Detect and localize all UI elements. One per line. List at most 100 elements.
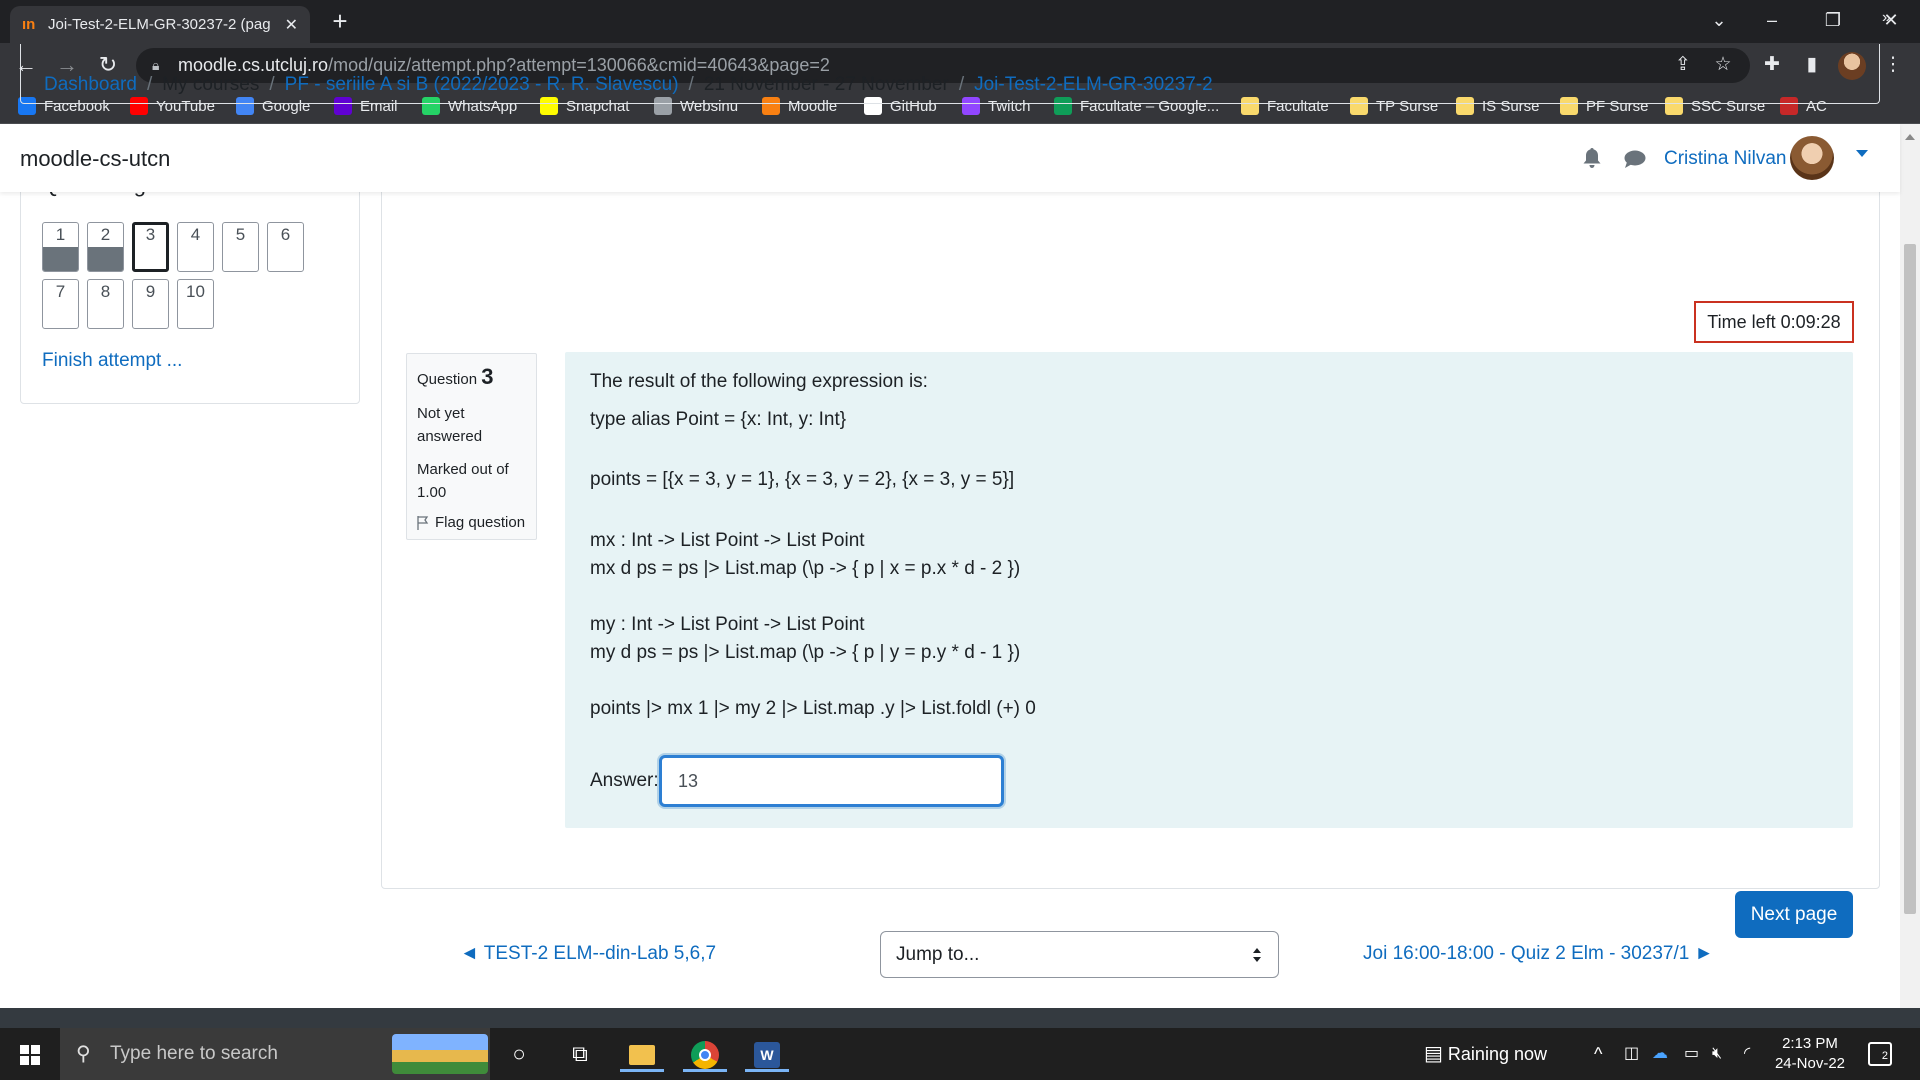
grade-line-2: 1.00 bbox=[417, 484, 447, 501]
tab-title: Joi-Test-2-ELM-GR-30237-2 (pag bbox=[48, 16, 271, 33]
quiz-nav-question-number: 2 bbox=[100, 225, 111, 244]
question-number-value: 3 bbox=[481, 364, 494, 389]
quiz-nav-question-10[interactable]: 10 bbox=[177, 279, 214, 329]
question-text-line: type alias Point = {x: Int, y: Int} bbox=[590, 409, 847, 430]
next-page-button[interactable]: Next page bbox=[1735, 891, 1853, 938]
browser-tab-strip: ın Joi-Test-2-ELM-GR-30237-2 (pag ✕ + ⌄ … bbox=[0, 0, 1920, 43]
scroll-up-arrow-icon[interactable] bbox=[1905, 134, 1915, 140]
weather-label: Raining now bbox=[1447, 1044, 1547, 1064]
notification-bell-icon[interactable] bbox=[1583, 148, 1601, 168]
show-hidden-icons-chevron-icon[interactable]: ^ bbox=[1594, 1028, 1602, 1080]
next-activity-link[interactable]: Joi 16:00-18:00 - Quiz 2 Elm - 30237/1 ► bbox=[1363, 943, 1713, 965]
quiz-nav-question-9[interactable]: 9 bbox=[132, 279, 169, 329]
close-window-button[interactable]: ✕ bbox=[1866, 0, 1916, 40]
meet-now-icon[interactable]: ◫ bbox=[1624, 1028, 1639, 1080]
user-menu-name[interactable]: Cristina Nilvan bbox=[1664, 148, 1786, 170]
question-text-line: my d ps = ps |> List.map (\p -> { p | y … bbox=[590, 642, 1021, 663]
onedrive-cloud-icon[interactable]: ☁ bbox=[1652, 1028, 1668, 1080]
breadcrumb-separator: / bbox=[958, 74, 965, 95]
finish-attempt-link[interactable]: Finish attempt ... bbox=[42, 350, 182, 372]
close-tab-icon[interactable]: ✕ bbox=[285, 15, 298, 35]
question-prefix: Question bbox=[417, 371, 478, 388]
quiz-nav-question-7[interactable]: 7 bbox=[42, 279, 79, 329]
breadcrumb-separator: / bbox=[269, 74, 275, 95]
breadcrumb: Dashboard / My courses / PF - seriile A … bbox=[44, 74, 1213, 96]
scrollbar-thumb[interactable] bbox=[1904, 244, 1916, 914]
question-text-line: points |> mx 1 |> my 2 |> List.map .y |>… bbox=[590, 698, 1036, 719]
quiz-nav-question-number: 10 bbox=[186, 282, 205, 301]
quiz-nav-question-1[interactable]: 1 bbox=[42, 222, 79, 272]
chrome-menu-icon[interactable]: ⋮ bbox=[1878, 49, 1908, 81]
breadcrumb-section: 21 November - 27 November bbox=[703, 74, 949, 95]
notifications-icon[interactable]: 2 bbox=[1868, 1042, 1892, 1066]
flag-icon bbox=[417, 515, 429, 530]
quiz-nav-question-8[interactable]: 8 bbox=[87, 279, 124, 329]
question-text-line: points = [{x = 3, y = 1}, {x = 3, y = 2}… bbox=[590, 469, 1015, 490]
page-footer bbox=[0, 1008, 1920, 1028]
clock-date: 24-Nov-22 bbox=[1774, 1055, 1846, 1072]
jump-to-select[interactable]: Jump to... bbox=[880, 931, 1279, 978]
quiz-nav-question-6[interactable]: 6 bbox=[267, 222, 304, 272]
search-highlight-illustration bbox=[392, 1034, 488, 1074]
breadcrumb-quiz[interactable]: Joi-Test-2-ELM-GR-30237-2 bbox=[974, 74, 1213, 96]
clock-time: 2:13 PM bbox=[1782, 1035, 1838, 1052]
messages-bubble-icon[interactable] bbox=[1624, 150, 1646, 168]
breadcrumb-separator: / bbox=[688, 74, 694, 95]
cortana-circle-icon[interactable]: ○ bbox=[497, 1036, 541, 1072]
battery-icon[interactable]: ▭ bbox=[1684, 1028, 1699, 1080]
breadcrumb-dashboard[interactable]: Dashboard bbox=[44, 74, 137, 96]
quiz-nav-question-4[interactable]: 4 bbox=[177, 222, 214, 272]
file-explorer-icon[interactable] bbox=[620, 1036, 664, 1072]
quiz-nav-question-number: 8 bbox=[100, 282, 111, 301]
quiz-nav-question-2[interactable]: 2 bbox=[87, 222, 124, 272]
quiz-nav-question-number: 7 bbox=[55, 282, 66, 301]
state-line-2: answered bbox=[417, 428, 483, 445]
windows-taskbar: ⚲ Type here to search ○ ⧉ W ▤ Raining no… bbox=[0, 1028, 1920, 1080]
volume-muted-icon[interactable]: 🔇︎ bbox=[1712, 1028, 1722, 1080]
page-scrollbar[interactable] bbox=[1900, 124, 1920, 1008]
previous-activity-link[interactable]: ◄ TEST-2 ELM--din-Lab 5,6,7 bbox=[460, 943, 716, 965]
select-arrows-icon bbox=[1253, 948, 1261, 962]
question-text-line: mx : Int -> List Point -> List Point bbox=[590, 530, 865, 551]
wifi-icon[interactable]: ◜ bbox=[1744, 1028, 1750, 1080]
bookmarks-overflow-chevron[interactable]: » bbox=[1882, 0, 1891, 36]
moodle-navbar: moodle-cs-utcn Cristina Nilvan bbox=[0, 124, 1900, 192]
browser-tab[interactable]: ın Joi-Test-2-ELM-GR-30237-2 (pag ✕ bbox=[10, 6, 310, 43]
notification-count: 2 bbox=[1881, 1050, 1888, 1062]
quiz-nav-question-3[interactable]: 3 bbox=[132, 222, 169, 272]
question-text-line: mx d ps = ps |> List.map (\p -> { p | x … bbox=[590, 558, 1021, 579]
state-line-1: Not yet bbox=[417, 405, 465, 422]
word-icon[interactable]: W bbox=[745, 1036, 789, 1072]
minimize-button[interactable]: – bbox=[1747, 0, 1797, 40]
question-text-line: The result of the following expression i… bbox=[590, 371, 928, 392]
quiz-nav-question-number: 1 bbox=[55, 225, 66, 244]
answer-label: Answer: bbox=[590, 770, 659, 791]
restore-button[interactable]: ❐ bbox=[1808, 0, 1858, 40]
tab-search-chevron-icon[interactable]: ⌄ bbox=[1694, 0, 1744, 40]
quiz-nav-question-number: 3 bbox=[145, 225, 156, 244]
answer-input[interactable] bbox=[659, 755, 1004, 807]
system-clock[interactable]: 2:13 PM 24-Nov-22 bbox=[1770, 1034, 1850, 1074]
breadcrumb-separator: / bbox=[146, 74, 153, 95]
grade-line-1: Marked out of bbox=[417, 461, 509, 478]
user-avatar[interactable] bbox=[1790, 136, 1834, 180]
search-icon: ⚲ bbox=[76, 1043, 91, 1065]
site-name[interactable]: moodle-cs-utcn bbox=[20, 146, 170, 172]
new-tab-button[interactable]: + bbox=[325, 6, 355, 36]
question-number: Question 3 bbox=[417, 364, 526, 390]
jump-to-label: Jump to... bbox=[896, 944, 980, 965]
flag-question-toggle[interactable]: Flag question bbox=[417, 514, 526, 531]
task-view-icon[interactable]: ⧉ bbox=[558, 1036, 602, 1072]
weather-widget[interactable]: ▤ Raining now bbox=[1424, 1028, 1547, 1080]
taskbar-search-placeholder: Type here to search bbox=[110, 1043, 278, 1064]
breadcrumb-course[interactable]: PF - seriile A si B (2022/2023 - R. R. S… bbox=[285, 74, 679, 96]
quiz-nav-question-5[interactable]: 5 bbox=[222, 222, 259, 272]
windows-start-icon[interactable] bbox=[20, 1045, 40, 1065]
weather-icon: ▤ bbox=[1424, 1043, 1443, 1065]
quiz-nav-question-number: 5 bbox=[235, 225, 246, 244]
user-menu-caret-icon[interactable] bbox=[1856, 150, 1868, 157]
chrome-icon[interactable] bbox=[683, 1036, 727, 1072]
quiz-nav-question-number: 4 bbox=[190, 225, 201, 244]
moodle-favicon-icon: ın bbox=[22, 16, 36, 33]
question-content: The result of the following expression i… bbox=[565, 352, 1853, 828]
